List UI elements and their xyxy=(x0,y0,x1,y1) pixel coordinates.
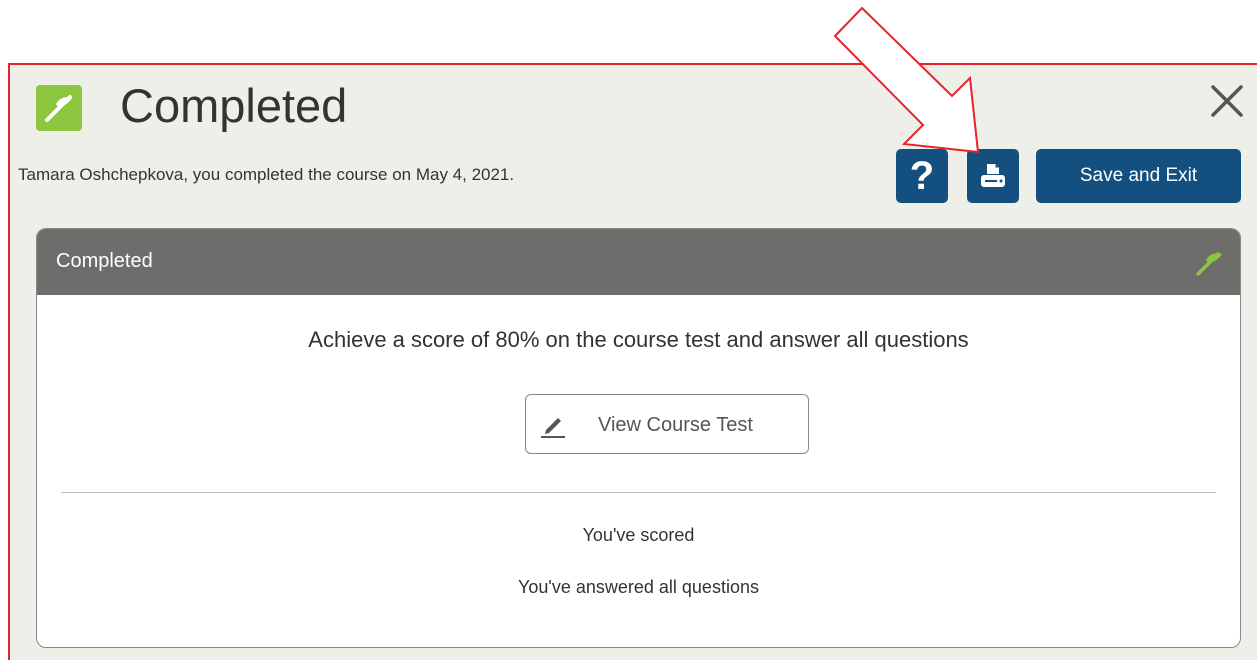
completed-flag-icon xyxy=(36,85,82,131)
question-icon: ? xyxy=(909,154,935,198)
print-button[interactable] xyxy=(967,149,1019,203)
printer-icon xyxy=(981,164,1005,187)
answered-status: You've answered all questions xyxy=(518,577,759,597)
panel-header: Completed xyxy=(37,229,1240,295)
panel-title: Completed xyxy=(56,250,153,272)
completion-panel: Completed Achieve a score of 80% on the … xyxy=(36,228,1241,648)
completion-dialog: Completed Tamara Oshchepkova, you comple… xyxy=(8,63,1257,660)
dialog-title: Completed xyxy=(120,79,348,132)
pencil-icon xyxy=(541,418,565,438)
view-course-test-button[interactable]: View Course Test xyxy=(525,394,809,454)
help-button[interactable]: ? xyxy=(896,149,948,203)
divider xyxy=(61,492,1216,493)
completion-message: Tamara Oshchepkova, you completed the co… xyxy=(18,165,515,184)
close-icon[interactable] xyxy=(1209,83,1245,119)
score-status: You've scored xyxy=(582,525,695,545)
requirement-text: Achieve a score of 80% on the course tes… xyxy=(308,327,969,352)
flag-icon xyxy=(1196,252,1222,276)
view-course-test-label: View Course Test xyxy=(598,414,753,436)
save-and-exit-button[interactable]: Save and Exit xyxy=(1036,149,1241,203)
